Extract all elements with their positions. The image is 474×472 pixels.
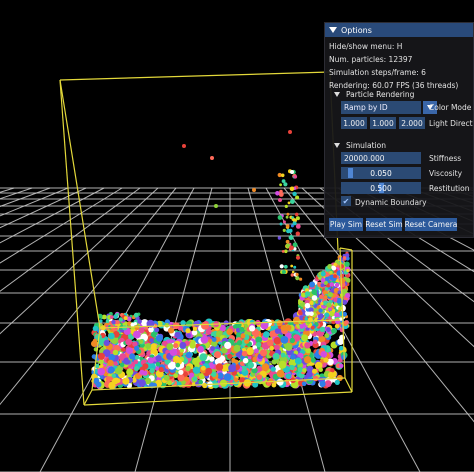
stiffness-input[interactable]: 20000.000 <box>341 152 421 164</box>
particle-rendering-label: Particle Rendering <box>346 89 415 99</box>
play-sim-button[interactable]: Play Sim <box>329 218 363 231</box>
reset-sim-button[interactable]: Reset Sim <box>365 218 403 231</box>
color-mode-value: Ramp by ID <box>344 103 388 112</box>
simulation-header[interactable]: Simulation <box>326 139 473 151</box>
simulation-label: Simulation <box>346 140 386 150</box>
viscosity-label: Viscosity <box>429 169 463 178</box>
viscosity-slider[interactable]: 0.050 <box>341 167 421 179</box>
reset-camera-button[interactable]: Reset Camera <box>405 218 457 231</box>
options-window[interactable]: Options Hide/show menu: H Num. particles… <box>324 22 474 238</box>
checkmark-icon: ✔ <box>342 196 350 206</box>
light-dir-y-input[interactable]: 1.000 <box>370 117 396 129</box>
num-particles-text: Num. particles: 12397 <box>329 55 413 64</box>
dynamic-boundary-label: Dynamic Boundary <box>355 198 427 207</box>
window-title: Options <box>341 25 372 35</box>
restitution-slider[interactable]: 0.500 <box>341 182 421 194</box>
options-titlebar[interactable]: Options <box>325 23 473 37</box>
light-dir-label: Light Direct <box>429 119 473 128</box>
sim-steps-text: Simulation steps/frame: 6 <box>329 68 426 77</box>
light-dir-z-input[interactable]: 2.000 <box>399 117 425 129</box>
tree-arrow-icon <box>334 91 340 97</box>
stiffness-label: Stiffness <box>429 154 462 163</box>
color-mode-label: Color Mode <box>429 103 472 112</box>
light-dir-x-input[interactable]: 1.000 <box>341 117 367 129</box>
restitution-value: 0.500 <box>370 183 392 193</box>
collapse-triangle-icon[interactable] <box>329 27 337 33</box>
hide-show-hint: Hide/show menu: H <box>329 42 403 51</box>
dynamic-boundary-checkbox[interactable]: ✔ <box>341 196 351 206</box>
viscosity-value: 0.050 <box>370 168 392 178</box>
tree-arrow-icon <box>334 142 340 148</box>
color-mode-combo[interactable]: Ramp by ID <box>341 101 437 114</box>
particle-rendering-header[interactable]: Particle Rendering <box>326 88 473 100</box>
restitution-label: Restitution <box>429 184 470 193</box>
particle-fluid <box>91 130 351 390</box>
